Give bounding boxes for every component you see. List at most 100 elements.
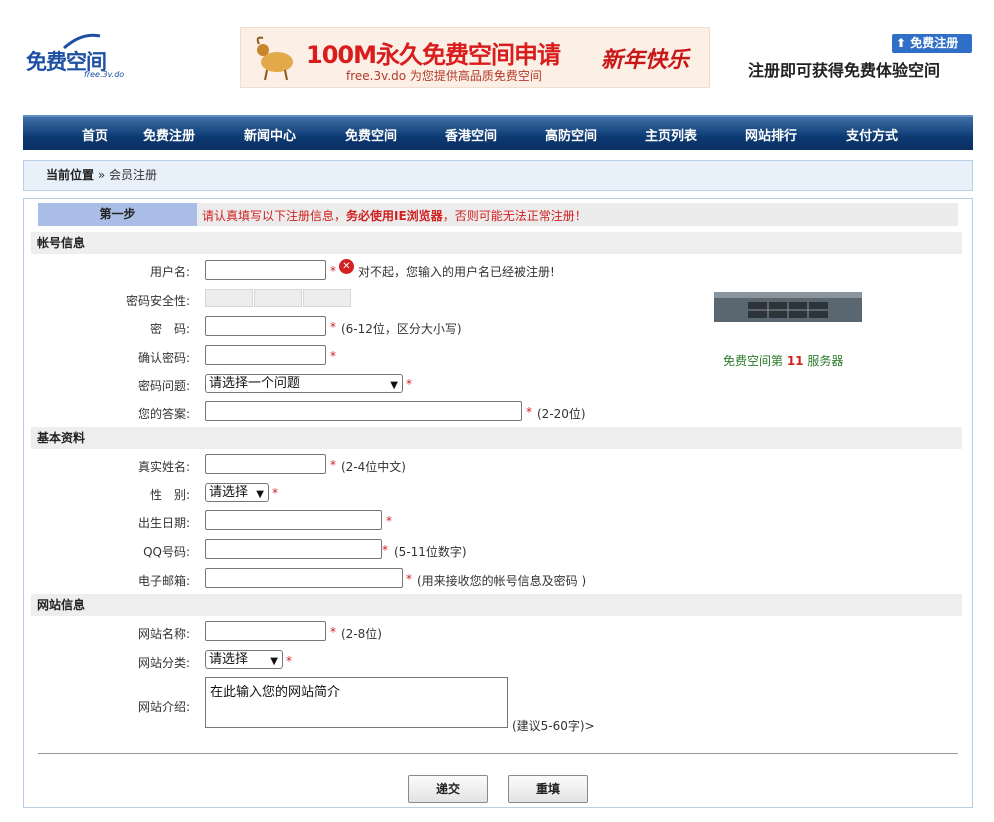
strength-segment — [254, 289, 302, 307]
required-star: * — [330, 320, 336, 334]
username-label: 用户名: — [149, 265, 190, 279]
confirm-password-input[interactable] — [205, 345, 326, 365]
password-hint: (6-12位，区分大小写) — [341, 322, 462, 336]
register-badge-button[interactable]: ⬆ 免费注册 — [892, 34, 972, 53]
birth-date-input[interactable] — [205, 510, 382, 530]
gender-select[interactable]: 请选择 ▼ — [205, 483, 269, 502]
section-account: 帐号信息 — [31, 232, 962, 254]
reset-button[interactable]: 重填 — [508, 775, 588, 803]
question-selected: 请选择一个问题 — [209, 376, 301, 391]
intro-textarea[interactable]: 在此输入您的网站简介 — [205, 677, 508, 728]
email-input[interactable] — [205, 568, 403, 588]
server-caption-b: 服务器 — [803, 354, 844, 368]
banner-subtitle: free.3v.do 为您提供高品质免费空间 — [346, 69, 542, 83]
nav-item-homepage-list[interactable]: 主页列表 — [645, 125, 697, 144]
required-star: * — [406, 377, 412, 391]
main-nav: 首页 免费注册 新闻中心 免费空间 香港空间 高防空间 主页列表 网站排行 支付… — [23, 115, 973, 150]
breadcrumb-label: 当前位置 — [46, 168, 95, 182]
server-number: 11 — [786, 354, 804, 368]
answer-input[interactable] — [205, 401, 522, 421]
username-input[interactable] — [205, 260, 326, 280]
nav-item-ranking[interactable]: 网站排行 — [745, 125, 797, 144]
strength-segment — [205, 289, 253, 307]
email-hint: (用来接收您的帐号信息及密码 ) — [417, 574, 587, 588]
breadcrumb-separator: » — [94, 168, 109, 182]
nav-item-payment[interactable]: 支付方式 — [846, 125, 898, 144]
logo-sub: free.3v.do — [84, 70, 125, 79]
server-caption-a: 免费空间第 — [723, 354, 787, 368]
server-image — [714, 292, 862, 322]
step-note-ie: 务必使用IE浏览器 — [346, 209, 443, 223]
realname-hint: (2-4位中文) — [341, 460, 406, 474]
username-error: 对不起，您输入的用户名已经被注册! — [358, 265, 555, 279]
chevron-down-icon: ▼ — [256, 489, 264, 500]
gender-selected: 请选择 — [209, 485, 249, 500]
answer-label: 您的答案: — [137, 407, 190, 421]
sitename-label: 网站名称: — [137, 627, 190, 641]
submit-button[interactable]: 递交 — [408, 775, 488, 803]
nav-item-register[interactable]: 免费注册 — [143, 125, 195, 144]
breadcrumb: 当前位置 » 会员注册 — [23, 160, 973, 191]
realname-label: 真实姓名: — [137, 460, 190, 474]
birth-label: 出生日期: — [137, 516, 190, 530]
required-star: * — [330, 264, 336, 278]
confirm-label: 确认密码: — [137, 351, 190, 365]
required-star: * — [382, 543, 388, 557]
qq-label: QQ号码: — [143, 545, 190, 559]
question-label: 密码问题: — [137, 379, 190, 393]
section-basic: 基本资料 — [31, 427, 962, 449]
required-star: * — [330, 458, 336, 472]
intro-hint: (建议5-60字)> — [512, 719, 595, 733]
site-logo[interactable]: 免费空间 free.3v.do — [24, 30, 134, 90]
password-label: 密 码: — [149, 322, 190, 336]
category-label: 网站分类: — [137, 656, 190, 670]
breadcrumb-current: 会员注册 — [109, 168, 158, 182]
sitename-hint: (2-8位) — [341, 627, 382, 641]
error-circle-icon: ✕ — [339, 259, 354, 274]
required-star: * — [272, 486, 278, 500]
question-select[interactable]: 请选择一个问题 ▼ — [205, 374, 403, 393]
password-input[interactable] — [205, 316, 326, 336]
nav-item-ddos-space[interactable]: 高防空间 — [545, 125, 597, 144]
banner-title: 100M永久免费空间申请 — [306, 41, 561, 69]
required-star: * — [330, 349, 336, 363]
server-caption: 免费空间第 11 服务器 — [723, 352, 843, 369]
nav-item-home[interactable]: 首页 — [82, 125, 108, 144]
qq-input[interactable] — [205, 539, 382, 559]
banner-newyear: 新年快乐 — [601, 47, 690, 73]
promo-banner[interactable]: 100M永久免费空间申请 free.3v.do 为您提供高品质免费空间 新年快乐 — [240, 27, 710, 88]
step-label: 第一步 — [38, 203, 197, 226]
step-note-a: 请认真填写以下注册信息， — [202, 209, 347, 223]
required-star: * — [386, 514, 392, 528]
nav-item-free-space[interactable]: 免费空间 — [345, 125, 397, 144]
chevron-down-icon: ▼ — [270, 656, 278, 667]
required-star: * — [526, 405, 532, 419]
arrow-up-icon: ⬆ — [896, 36, 907, 50]
required-star: * — [330, 625, 336, 639]
email-label: 电子邮箱: — [137, 574, 190, 588]
required-star: * — [286, 654, 292, 668]
realname-input[interactable] — [205, 454, 326, 474]
register-slogan: 注册即可获得免费体验空间 — [748, 61, 941, 80]
sitename-input[interactable] — [205, 621, 326, 641]
intro-label: 网站介绍: — [137, 700, 190, 714]
chevron-down-icon: ▼ — [390, 380, 398, 391]
nav-item-news[interactable]: 新闻中心 — [244, 125, 296, 144]
register-badge-label: 免费注册 — [910, 36, 959, 50]
step-note: 请认真填写以下注册信息，务必使用IE浏览器，否则可能无法正常注册！ — [202, 207, 587, 224]
category-selected: 请选择 — [209, 652, 249, 667]
qq-hint: (5-11位数字) — [394, 545, 467, 559]
required-star: * — [406, 572, 412, 586]
step-note-c: ，否则可能无法正常注册！ — [442, 209, 587, 223]
form-divider — [38, 753, 958, 754]
answer-hint: (2-20位) — [537, 407, 586, 421]
category-select[interactable]: 请选择 ▼ — [205, 650, 283, 669]
nav-item-hk-space[interactable]: 香港空间 — [445, 125, 497, 144]
password-strength-meter — [205, 289, 351, 307]
goat-icon — [256, 36, 293, 81]
gender-label: 性 别: — [149, 488, 190, 502]
strength-label: 密码安全性: — [125, 294, 190, 308]
section-site: 网站信息 — [31, 594, 962, 616]
strength-segment — [303, 289, 351, 307]
logo-swoosh-icon — [63, 33, 101, 50]
